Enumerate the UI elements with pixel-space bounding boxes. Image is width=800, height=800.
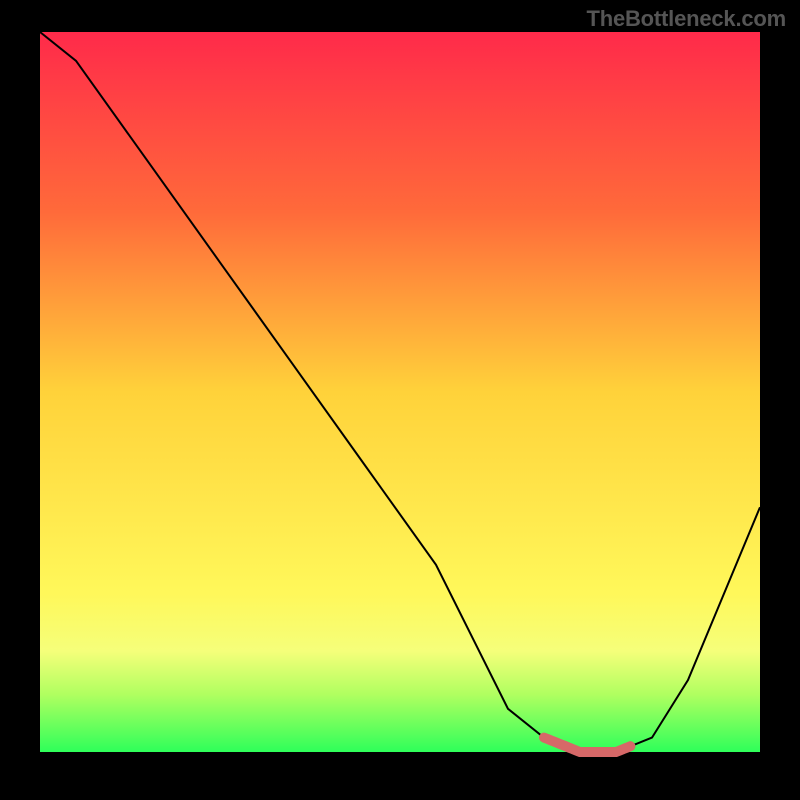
watermark-text: TheBottleneck.com [586,6,786,32]
chart-container: TheBottleneck.com [0,0,800,800]
bottleneck-chart [0,0,800,800]
plot-gradient [40,32,760,752]
